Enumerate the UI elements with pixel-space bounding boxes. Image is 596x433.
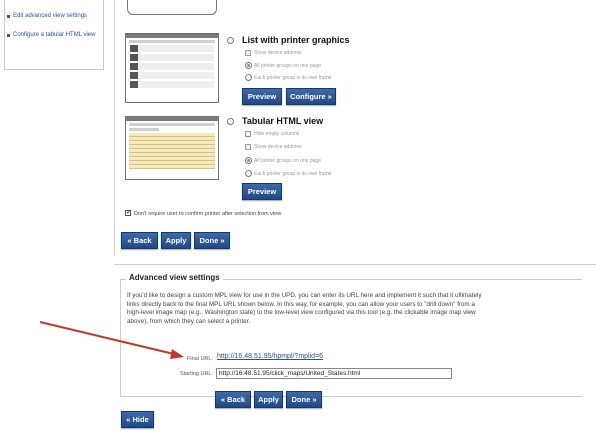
annotation-arrow-icon — [39, 321, 184, 359]
